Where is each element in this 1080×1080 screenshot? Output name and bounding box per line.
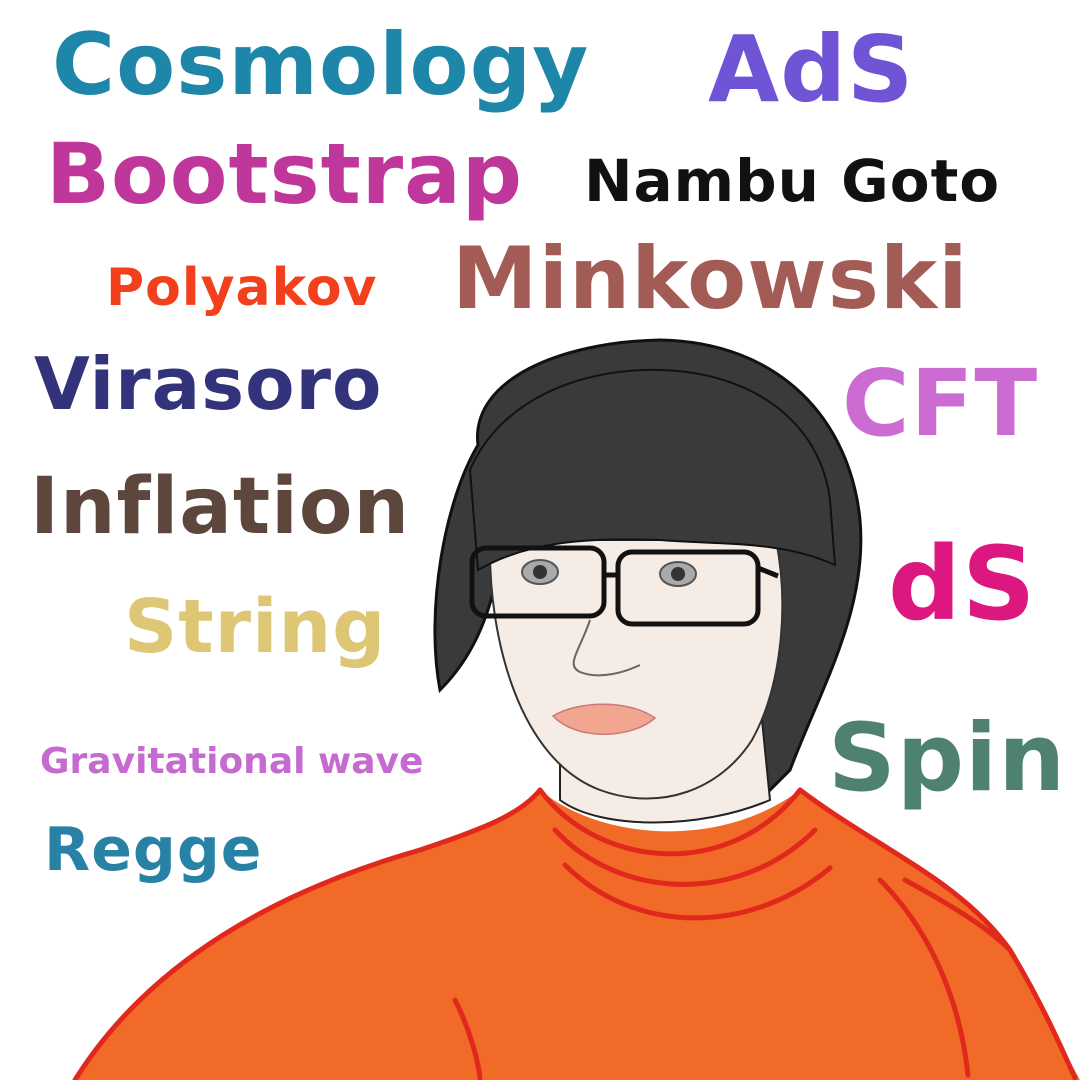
portrait-illustration xyxy=(72,338,1080,1080)
